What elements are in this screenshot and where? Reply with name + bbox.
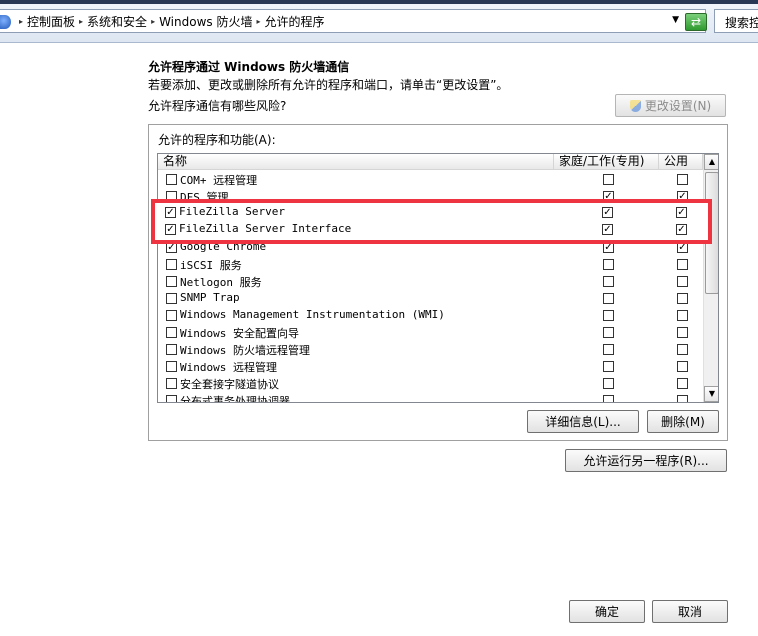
program-name: 分布式事务处理协调器 xyxy=(180,395,290,403)
public-checkbox[interactable] xyxy=(677,327,688,338)
breadcrumb-system-security[interactable]: 系统和安全 xyxy=(87,13,147,30)
breadcrumb-control-panel[interactable]: 控制面板 xyxy=(27,13,75,30)
public-checkbox[interactable] xyxy=(677,174,688,185)
highlighted-list-item[interactable]: ✓ FileZilla Server Interface ✓ ✓ xyxy=(157,221,702,238)
list-item[interactable]: COM+ 远程管理 xyxy=(158,171,703,188)
address-bar: ▸ 控制面板 ▸ 系统和安全 ▸ Windows 防火墙 ▸ 允许的程序 ▼ ⇄… xyxy=(0,0,758,43)
program-name: Netlogon 服务 xyxy=(180,276,262,289)
list-item[interactable]: Windows 安全配置向导 xyxy=(158,324,703,341)
home-work-checkbox[interactable] xyxy=(603,327,614,338)
list-item[interactable]: iSCSI 服务 xyxy=(158,256,703,273)
program-name: COM+ 远程管理 xyxy=(180,174,258,187)
chevron-right-icon[interactable]: ▸ xyxy=(151,17,155,26)
program-name: Windows 安全配置向导 xyxy=(180,327,299,340)
home-work-checkbox[interactable] xyxy=(603,310,614,321)
list-item[interactable]: Windows Management Instrumentation (WMI) xyxy=(158,307,703,324)
program-name: 安全套接字隧道协议 xyxy=(180,378,279,391)
programs-list[interactable]: 名称 家庭/工作(专用) 公用 COM+ 远程管理DFS 管理✓✓✓FileZi… xyxy=(157,153,719,403)
highlighted-list-item[interactable]: ✓ FileZilla Server ✓ ✓ xyxy=(157,204,702,221)
home-work-checkbox[interactable] xyxy=(603,344,614,355)
public-checkbox[interactable] xyxy=(677,310,688,321)
list-item[interactable]: Windows 远程管理 xyxy=(158,358,703,375)
program-enabled-checkbox[interactable] xyxy=(166,395,177,402)
list-header: 名称 家庭/工作(专用) 公用 xyxy=(158,154,703,170)
home-work-checkbox[interactable] xyxy=(603,378,614,389)
risk-help-link[interactable]: 允许程序通信有哪些风险? xyxy=(148,97,286,114)
program-enabled-checkbox[interactable] xyxy=(166,310,177,321)
home-work-checkbox[interactable]: ✓ xyxy=(602,224,613,235)
program-enabled-checkbox[interactable] xyxy=(166,327,177,338)
change-settings-label: 更改设置(N) xyxy=(644,99,712,113)
chevron-right-icon[interactable]: ▸ xyxy=(19,17,23,26)
search-input[interactable]: 搜索控 xyxy=(714,9,758,33)
control-panel-icon xyxy=(0,14,11,29)
program-name: FileZilla Server xyxy=(179,205,285,218)
page-subtitle: 若要添加、更改或删除所有允许的程序和端口，请单击“更改设置”。 xyxy=(148,78,509,92)
home-work-checkbox[interactable] xyxy=(603,259,614,270)
program-name: Windows Management Instrumentation (WMI) xyxy=(180,308,445,321)
breadcrumb-windows-firewall[interactable]: Windows 防火墙 xyxy=(159,13,252,30)
program-enabled-checkbox[interactable] xyxy=(166,344,177,355)
allow-another-program-button[interactable]: 允许运行另一程序(R)... xyxy=(565,449,727,472)
public-checkbox[interactable] xyxy=(677,276,688,287)
list-item[interactable]: 安全套接字隧道协议 xyxy=(158,375,703,392)
column-header-home[interactable]: 家庭/工作(专用) xyxy=(554,154,659,170)
delete-button[interactable]: 删除(M) xyxy=(647,410,719,433)
home-work-checkbox[interactable]: ✓ xyxy=(602,207,613,218)
window-title-strip xyxy=(0,0,758,4)
list-item[interactable]: Netlogon 服务 xyxy=(158,273,703,290)
home-work-checkbox[interactable] xyxy=(603,293,614,304)
breadcrumb-allowed-programs[interactable]: 允许的程序 xyxy=(264,13,324,30)
program-enabled-checkbox[interactable] xyxy=(166,259,177,270)
change-settings-button[interactable]: 更改设置(N) xyxy=(615,94,726,117)
program-name: Windows 防火墙远程管理 xyxy=(180,344,310,357)
program-name: FileZilla Server Interface xyxy=(179,222,352,235)
column-header-public[interactable]: 公用 xyxy=(659,154,703,170)
program-enabled-checkbox[interactable] xyxy=(166,174,177,185)
home-work-checkbox[interactable] xyxy=(603,276,614,287)
program-name: SNMP Trap xyxy=(180,291,240,304)
public-checkbox[interactable] xyxy=(677,378,688,389)
scroll-down-arrow-icon[interactable]: ▼ xyxy=(704,386,718,402)
home-work-checkbox[interactable] xyxy=(603,395,614,402)
program-enabled-checkbox[interactable] xyxy=(166,276,177,287)
refresh-button[interactable]: ⇄ xyxy=(685,13,707,31)
public-checkbox[interactable] xyxy=(677,259,688,270)
public-checkbox[interactable]: ✓ xyxy=(676,224,687,235)
public-checkbox[interactable] xyxy=(677,344,688,355)
scroll-up-arrow-icon[interactable]: ▲ xyxy=(704,154,718,170)
list-item[interactable]: SNMP Trap xyxy=(158,290,703,307)
chevron-right-icon[interactable]: ▸ xyxy=(79,17,83,26)
list-caption: 允许的程序和功能(A): xyxy=(158,133,276,147)
program-enabled-checkbox[interactable]: ✓ xyxy=(165,207,176,218)
uac-shield-icon xyxy=(629,99,641,112)
program-name: Windows 远程管理 xyxy=(180,361,277,374)
public-checkbox[interactable]: ✓ xyxy=(676,207,687,218)
cancel-button[interactable]: 取消 xyxy=(652,600,728,623)
ok-button[interactable]: 确定 xyxy=(569,600,645,623)
public-checkbox[interactable] xyxy=(677,293,688,304)
chevron-right-icon[interactable]: ▸ xyxy=(256,17,260,26)
refresh-icon: ⇄ xyxy=(690,15,702,29)
highlight-box: ✓ FileZilla Server ✓ ✓ ✓ FileZilla Server Int… xyxy=(151,199,712,244)
program-enabled-checkbox[interactable]: ✓ xyxy=(165,224,176,235)
chevron-down-icon[interactable]: ▼ xyxy=(672,15,679,25)
program-enabled-checkbox[interactable] xyxy=(166,378,177,389)
list-item[interactable]: Windows 防火墙远程管理 xyxy=(158,341,703,358)
breadcrumb[interactable]: ▸ 控制面板 ▸ 系统和安全 ▸ Windows 防火墙 ▸ 允许的程序 ▼ xyxy=(0,9,706,33)
page-title: 允许程序通过 Windows 防火墙通信 xyxy=(148,60,350,74)
home-work-checkbox[interactable] xyxy=(603,174,614,185)
public-checkbox[interactable] xyxy=(677,395,688,402)
program-enabled-checkbox[interactable] xyxy=(166,293,177,304)
program-name: iSCSI 服务 xyxy=(180,259,242,272)
list-item[interactable]: 分布式事务处理协调器 xyxy=(158,392,703,403)
details-button[interactable]: 详细信息(L)... xyxy=(527,410,639,433)
vertical-scrollbar[interactable]: ▲ ▼ xyxy=(703,154,718,402)
column-header-name[interactable]: 名称 xyxy=(158,154,554,170)
public-checkbox[interactable] xyxy=(677,361,688,372)
program-enabled-checkbox[interactable] xyxy=(166,361,177,372)
home-work-checkbox[interactable] xyxy=(603,361,614,372)
